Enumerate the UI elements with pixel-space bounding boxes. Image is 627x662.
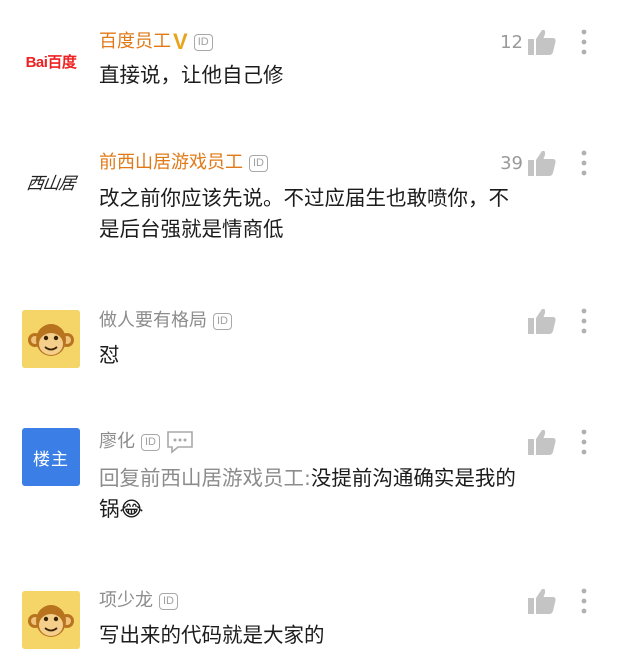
- comment-text: 写出来的代码就是大家的: [99, 623, 325, 647]
- like-button[interactable]: 39: [500, 149, 557, 177]
- more-options-icon[interactable]: [581, 429, 587, 455]
- comment-text: 怼: [99, 343, 120, 367]
- comment-text: 直接说，让他自己修: [99, 63, 284, 87]
- id-badge: ID: [193, 33, 213, 51]
- avatar[interactable]: [22, 310, 80, 368]
- like-button[interactable]: 12: [500, 28, 557, 56]
- like-button[interactable]: [527, 428, 557, 456]
- avatar[interactable]: [22, 591, 80, 649]
- more-options-icon[interactable]: [581, 588, 587, 614]
- avatar[interactable]: Bai百度: [22, 32, 80, 90]
- like-count: 12: [500, 31, 523, 53]
- username[interactable]: 项少龙: [99, 590, 153, 612]
- avatar[interactable]: 楼主: [22, 428, 80, 486]
- id-badge: ID: [213, 312, 232, 330]
- thumbs-up-icon: [528, 429, 556, 455]
- baidu-logo-icon: Bai百度: [25, 53, 77, 71]
- chat-bubble-icon: [167, 431, 193, 454]
- username[interactable]: 廖化: [99, 431, 135, 453]
- id-badge: ID: [141, 433, 160, 451]
- monkey-avatar-icon: [22, 310, 80, 368]
- comment-text: 回复前西山居游戏员工:没提前沟通确实是我的锅😂: [99, 463, 529, 525]
- more-options-icon[interactable]: [581, 29, 587, 55]
- xishanju-logo-icon: 西山居: [25, 173, 77, 194]
- louzhu-label: 楼主: [33, 449, 69, 470]
- username[interactable]: 百度员工: [99, 31, 171, 53]
- username[interactable]: 做人要有格局: [99, 310, 207, 332]
- more-options-icon[interactable]: [581, 308, 587, 334]
- avatar[interactable]: 西山居: [22, 152, 80, 210]
- more-options-icon[interactable]: [581, 150, 587, 176]
- like-button[interactable]: [527, 307, 557, 335]
- thumbs-up-icon: [528, 150, 556, 176]
- comment-text: 改之前你应该先说。不过应届生也敢喷你，不是后台强就是情商低: [99, 186, 509, 241]
- like-count: 39: [500, 152, 523, 174]
- reply-prefix[interactable]: 回复前西山居游戏员工:: [99, 466, 311, 490]
- id-badge: ID: [159, 592, 178, 610]
- like-button[interactable]: [527, 587, 557, 615]
- thumbs-up-icon: [528, 308, 556, 334]
- username[interactable]: 前西山居游戏员工: [99, 152, 243, 174]
- monkey-avatar-icon: [22, 591, 80, 649]
- id-badge: ID: [249, 154, 268, 172]
- verified-badge: V: [173, 29, 188, 54]
- thumbs-up-icon: [528, 29, 556, 55]
- thumbs-up-icon: [528, 588, 556, 614]
